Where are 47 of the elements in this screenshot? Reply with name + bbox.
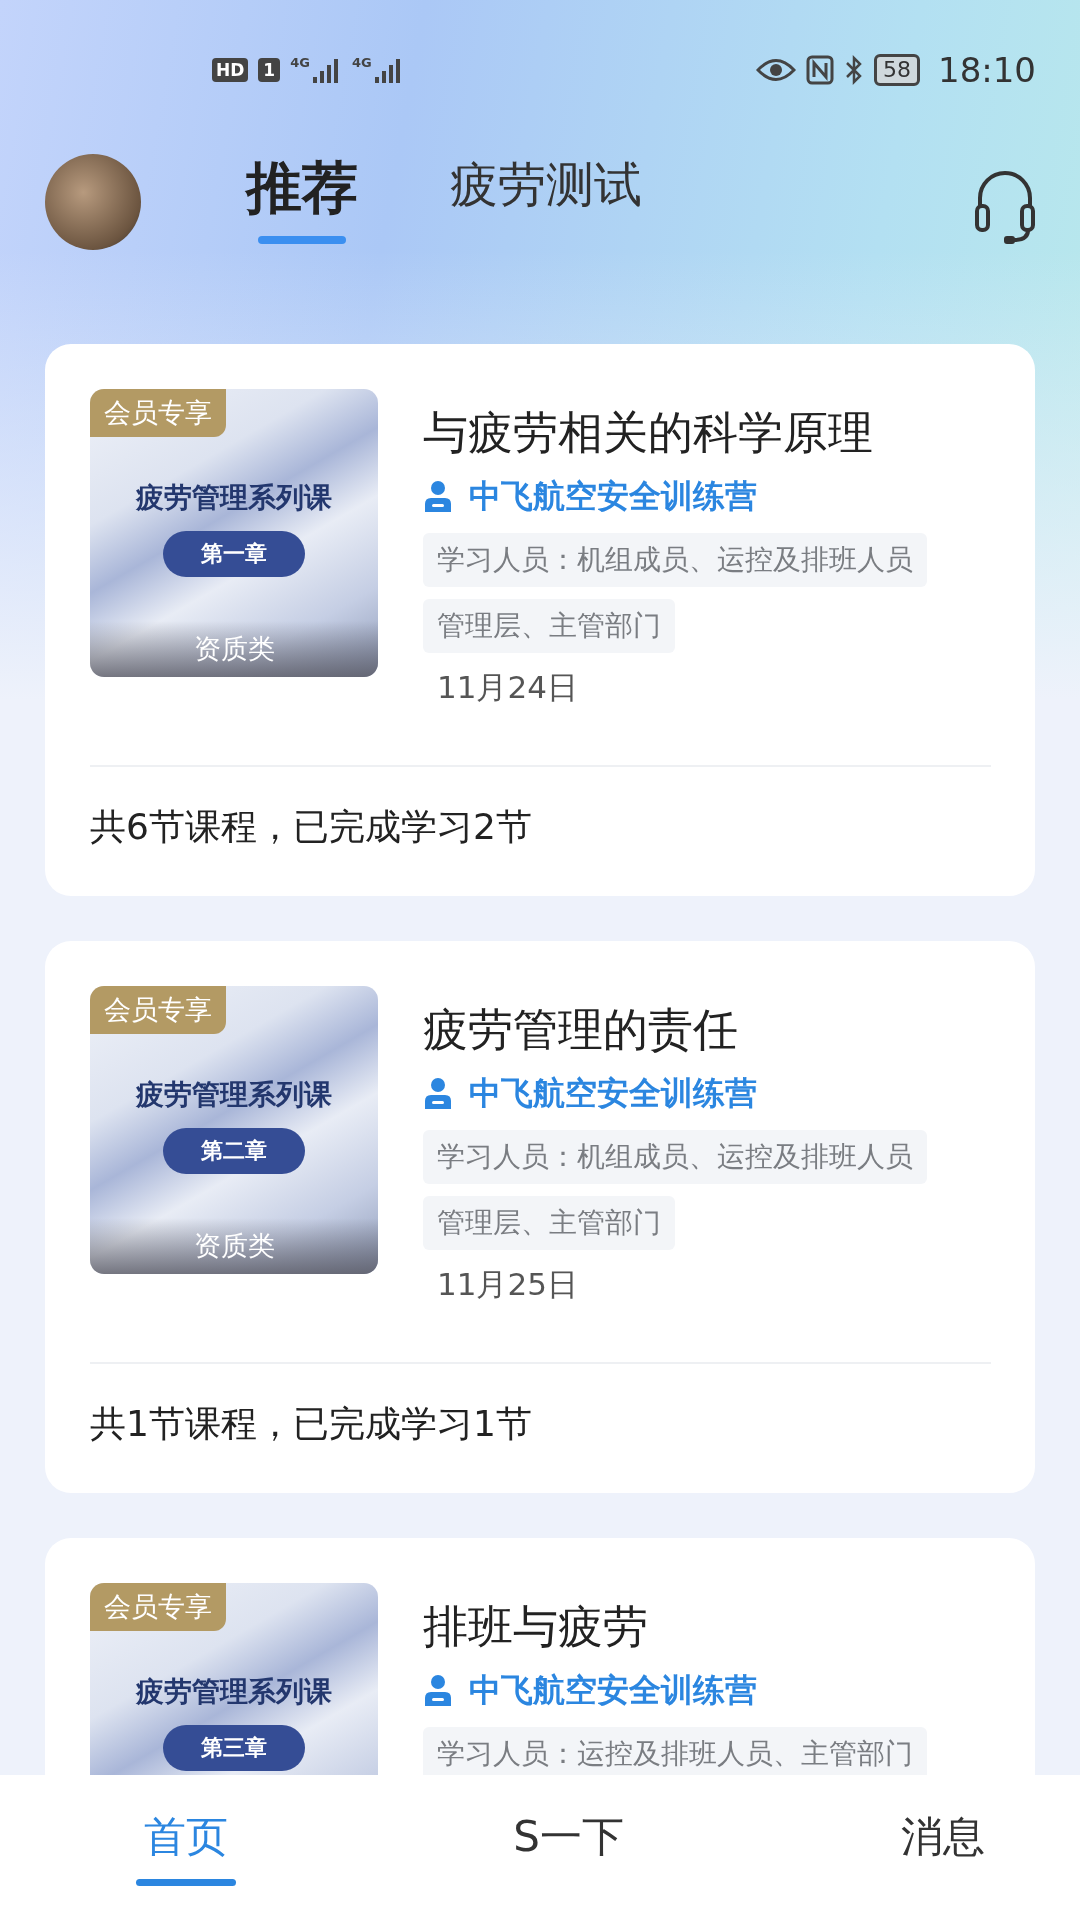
- nav-item[interactable]: S一下: [513, 1775, 624, 1920]
- audience-tag: 学习人员：机组成员、运控及排班人员: [423, 533, 927, 587]
- person-icon: [423, 480, 453, 514]
- member-badge: 会员专享: [90, 1583, 226, 1631]
- headset-icon[interactable]: [974, 168, 1036, 246]
- nav-item[interactable]: 消息: [901, 1775, 985, 1920]
- course-card[interactable]: 会员专享 疲劳管理系列课 第一章 资质类 与疲劳相关的科学原理 中飞航空安全训练营 学习人员：机组成员、运控及排班人员 管理层、主管部门 11月24日 共6节课程，已完成学习2节: [45, 344, 1035, 896]
- nav-item[interactable]: 首页: [136, 1775, 236, 1920]
- tab[interactable]: 推荐: [246, 160, 358, 262]
- chapter-label: 第一章: [163, 531, 305, 577]
- course-date: 11月25日: [436, 1265, 578, 1304]
- cover-title: 疲劳管理系列课: [136, 480, 332, 516]
- progress-text: 共1节课程，已完成学习1节: [90, 1402, 532, 1446]
- eye-icon: [756, 57, 796, 83]
- course-title: 疲劳管理的责任: [423, 1002, 738, 1058]
- progress-text: 共6节课程，已完成学习2节: [90, 805, 532, 849]
- network-label: 4G: [351, 55, 372, 70]
- clock-time: 18:10: [938, 50, 1036, 90]
- member-badge: 会员专享: [90, 986, 226, 1034]
- publisher-name: 中飞航空安全训练营: [469, 1670, 757, 1711]
- member-badge: 会员专享: [90, 389, 226, 437]
- course-card[interactable]: 会员专享 疲劳管理系列课 第三章 排班与疲劳 中飞航空安全训练营 学习人员：运控及排班人员、主管部门: [45, 1538, 1035, 1775]
- audience-tag: 学习人员：机组成员、运控及排班人员: [423, 1130, 927, 1184]
- course-title: 排班与疲劳: [423, 1599, 648, 1655]
- sim-icon: 1: [258, 58, 281, 82]
- bluetooth-icon: [844, 54, 864, 86]
- course-card[interactable]: 会员专享 疲劳管理系列课 第二章 资质类 疲劳管理的责任 中飞航空安全训练营 学习人员：机组成员、运控及排班人员 管理层、主管部门 11月25日 共1节课程，已完成学习1节: [45, 941, 1035, 1493]
- battery-icon: 58: [874, 54, 920, 86]
- nfc-icon: [806, 55, 834, 85]
- audience-tag: 管理层、主管部门: [423, 599, 675, 653]
- course-title: 与疲劳相关的科学原理: [423, 405, 873, 461]
- hd-icon: HD: [212, 58, 249, 82]
- cover-title: 疲劳管理系列课: [136, 1674, 332, 1710]
- category-label: 资质类: [90, 621, 378, 677]
- network-label: 4G: [290, 55, 310, 70]
- tab[interactable]: 疲劳测试: [450, 160, 642, 262]
- chapter-label: 第二章: [163, 1128, 305, 1174]
- cover-title: 疲劳管理系列课: [136, 1077, 332, 1113]
- course-date: 11月24日: [436, 668, 578, 707]
- category-label: 资质类: [90, 1218, 378, 1274]
- publisher-name: 中飞航空安全训练营: [469, 1073, 757, 1114]
- audience-tag: 学习人员：运控及排班人员、主管部门: [423, 1727, 927, 1775]
- audience-tag: 管理层、主管部门: [423, 1196, 675, 1250]
- chapter-label: 第三章: [163, 1725, 305, 1771]
- publisher-name: 中飞航空安全训练营: [469, 476, 757, 517]
- person-icon: [423, 1077, 453, 1111]
- person-icon: [423, 1674, 453, 1708]
